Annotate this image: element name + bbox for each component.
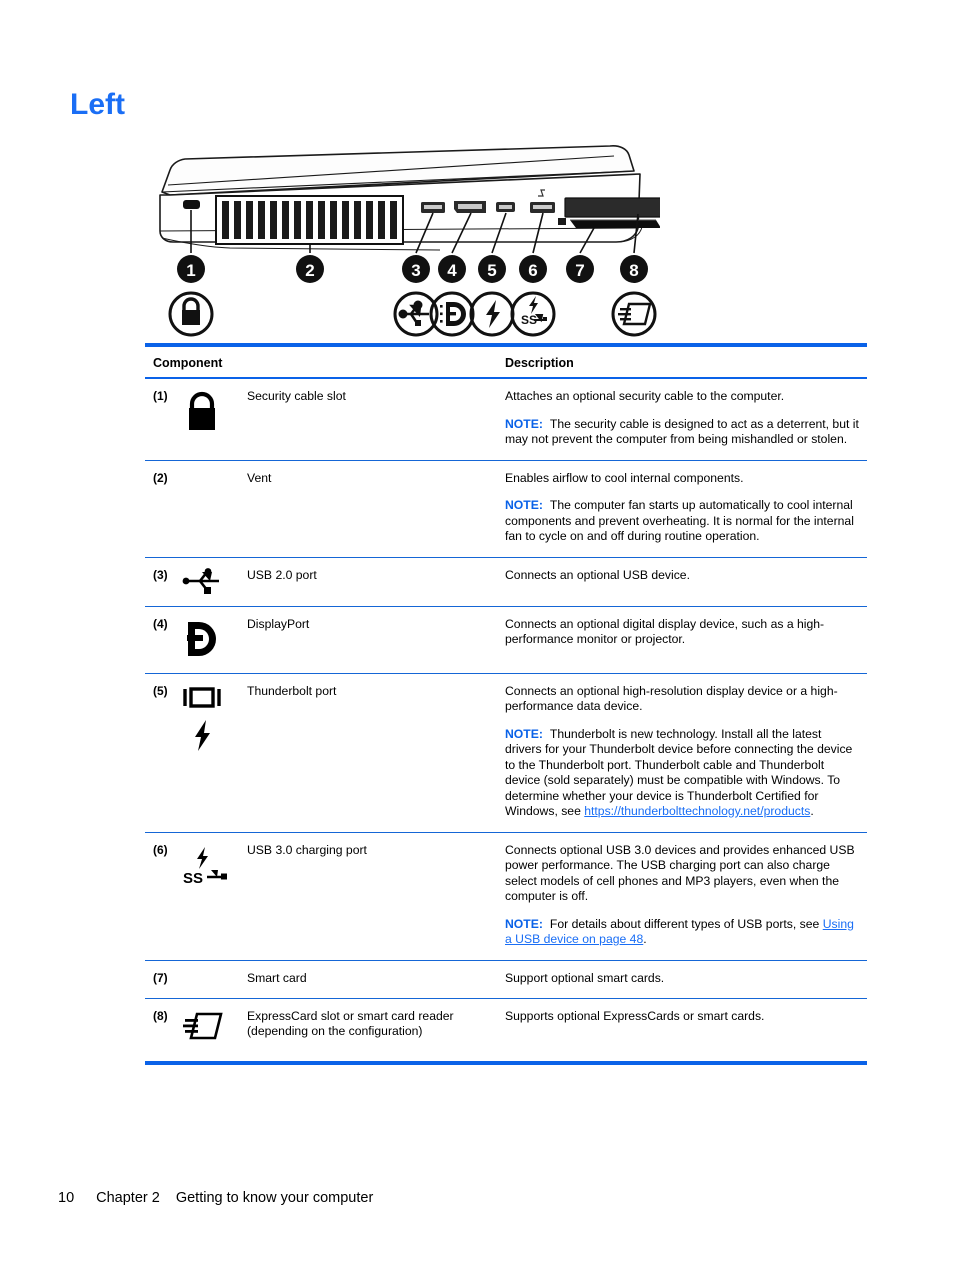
- footer-page-number: 10: [58, 1190, 75, 1206]
- document-page: Left 1 2 3 4 5 6 7 8 SS Component Descri…: [0, 0, 954, 1270]
- component-description: Enables airflow to cool internal compone…: [495, 460, 867, 558]
- note-tail: .: [810, 804, 814, 818]
- table-row: (2) Vent Enables airflow to cool interna…: [145, 460, 867, 558]
- column-header-component: Component: [145, 347, 495, 379]
- svg-text:SS: SS: [183, 870, 203, 887]
- callout-number: (7): [145, 960, 175, 999]
- note-paragraph: NOTE: For details about different types o…: [505, 917, 861, 948]
- note-label: NOTE:: [505, 498, 543, 512]
- components-table: Component Description (1) Security cable…: [145, 347, 867, 1055]
- footer-chapter: Chapter 2: [96, 1190, 160, 1206]
- svg-text:5: 5: [487, 261, 496, 280]
- thunderbolt-products-link[interactable]: https://thunderbolttechnology.net/produc…: [584, 804, 810, 818]
- note-label: NOTE:: [505, 726, 543, 741]
- description-text: Support optional smart cards.: [505, 970, 665, 985]
- note-text: For details about different types of USB…: [549, 916, 823, 931]
- svg-text:4: 4: [447, 261, 457, 280]
- footer-chapter-title: Getting to know your computer: [175, 1190, 374, 1206]
- callout-number: (4): [145, 606, 175, 674]
- page-title: Left: [70, 88, 125, 121]
- table-row: (5) Thunderbolt port Connects an optiona…: [145, 673, 867, 833]
- table-row: (8) ExpressCard slot or smart card reade…: [145, 999, 867, 1056]
- component-name: Security cable slot: [247, 378, 495, 461]
- usb-icon: [175, 557, 247, 607]
- note-paragraph: NOTE: The computer fan starts up automati…: [505, 498, 861, 545]
- component-description: Support optional smart cards.: [495, 960, 867, 999]
- page-footer: 10 Chapter 2 Getting to know your computer: [58, 1190, 373, 1206]
- callout-number: (6): [145, 832, 175, 961]
- component-name: USB 3.0 charging port: [247, 832, 495, 961]
- component-description: Connects optional USB 3.0 devices and pr…: [495, 832, 867, 961]
- description-text: Supports optional ExpressCards or smart …: [505, 1009, 765, 1023]
- note-text: The computer fan starts up automatically…: [505, 498, 854, 543]
- table-row: (7) Smart card Support optional smart ca…: [145, 960, 867, 999]
- svg-text:6: 6: [528, 261, 537, 280]
- component-description: Attaches an optional security cable to t…: [495, 378, 867, 461]
- usb-superspeed-charging-icon: SS: [175, 832, 247, 961]
- no-icon: [175, 960, 247, 999]
- svg-text:8: 8: [629, 261, 638, 280]
- table-header-row: Component Description: [145, 347, 867, 379]
- no-icon: [175, 460, 247, 558]
- column-header-description: Description: [495, 347, 867, 379]
- lock-icon: [175, 378, 247, 461]
- table-bottom-rule: [145, 1061, 867, 1065]
- table-row: (6) SS USB 3.0 charging port Connects op…: [145, 832, 867, 961]
- component-name: USB 2.0 port: [247, 557, 495, 607]
- callout-number: (3): [145, 557, 175, 607]
- description-text: Connects optional USB 3.0 devices and pr…: [505, 842, 855, 904]
- component-name: Thunderbolt port: [247, 673, 495, 833]
- description-text: Connects an optional high-resolution dis…: [505, 683, 838, 714]
- component-description: Connects an optional USB device.: [495, 557, 867, 607]
- component-name: Vent: [247, 460, 495, 558]
- description-text: Enables airflow to cool internal compone…: [505, 470, 744, 485]
- component-name: Smart card: [247, 960, 495, 999]
- callout-number: (1): [145, 378, 175, 461]
- svg-text:2: 2: [305, 261, 314, 280]
- note-label: NOTE:: [505, 916, 543, 931]
- component-description: Connects an optional digital display dev…: [495, 606, 867, 674]
- expresscard-icon: [175, 999, 247, 1056]
- component-name: DisplayPort: [247, 606, 495, 674]
- callout-number: (5): [145, 673, 175, 833]
- svg-text:3: 3: [411, 261, 420, 280]
- table-row: (1) Security cable slot Attaches an opti…: [145, 378, 867, 461]
- displayport-icon: [175, 606, 247, 674]
- description-text: Connects an optional digital display dev…: [505, 616, 825, 647]
- svg-text:1: 1: [186, 261, 195, 280]
- note-paragraph: NOTE: The security cable is designed to a…: [505, 417, 861, 448]
- table-row: (3) USB 2.0 port Connects an optional US…: [145, 557, 867, 607]
- callout-number: (8): [153, 1009, 168, 1023]
- table-row: (4) DisplayPort Connects an optional dig…: [145, 606, 867, 674]
- laptop-left-side-illustration: 1 2 3 4 5 6 7 8 SS: [140, 138, 660, 338]
- component-description: Supports optional ExpressCards or smart …: [495, 999, 867, 1056]
- note-text: The security cable is designed to act as…: [505, 416, 859, 447]
- note-tail: .: [643, 932, 647, 946]
- description-text: Attaches an optional security cable to t…: [505, 389, 785, 403]
- thunderbolt-icon: [175, 673, 247, 833]
- callout-number: (2): [145, 460, 175, 558]
- component-description: Connects an optional high-resolution dis…: [495, 673, 867, 833]
- note-paragraph: NOTE: Thunderbolt is new technology. Inst…: [505, 727, 861, 820]
- svg-text:7: 7: [575, 261, 584, 280]
- description-text: Connects an optional USB device.: [505, 567, 690, 582]
- component-name: ExpressCard slot or smart card reader (d…: [247, 1009, 454, 1038]
- note-label: NOTE:: [505, 416, 543, 431]
